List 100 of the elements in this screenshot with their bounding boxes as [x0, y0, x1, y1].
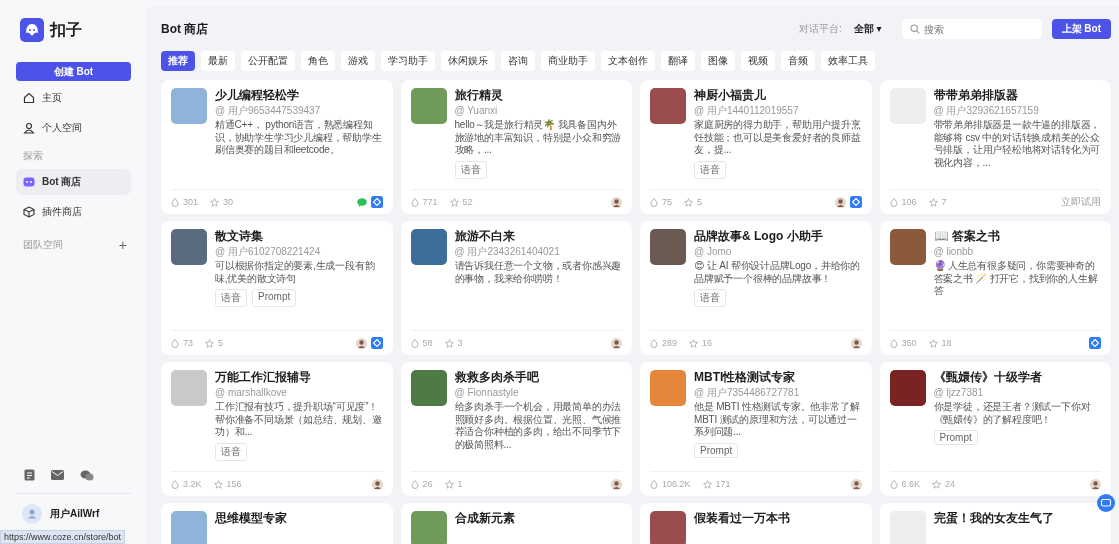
avatar-icon: [611, 478, 622, 490]
usage-count: 106.2K: [662, 479, 691, 489]
photo-placeholder: [650, 88, 686, 124]
heat-icon: [889, 338, 898, 348]
favorite-count: 24: [945, 479, 956, 489]
chat-bubble-icon: [356, 197, 367, 207]
photo-placeholder: [650, 229, 686, 265]
bot-title: 散文诗集: [215, 229, 264, 244]
create-bot-button[interactable]: 创建 Bot: [16, 62, 131, 81]
bot-card[interactable]: 神厨小福贵儿 @ 用户1440112019557 家庭厨房的得力助手，帮助用户提升烹饪技能；也可以是美食爱好者的良师益友，提... 语音 75 5: [640, 80, 872, 214]
photo-placeholder: [171, 229, 207, 265]
user-name: 用户AiIWrf: [50, 507, 100, 521]
avatar-icon: [611, 196, 622, 208]
category-tab[interactable]: 图像: [701, 51, 735, 71]
bot-description: 你是学徒，还是王者？测试一下你对《甄嬛传》的了解程度吧！: [933, 401, 1092, 426]
heat-icon: [650, 197, 658, 207]
category-tab[interactable]: 音频: [781, 51, 815, 71]
bot-card[interactable]: 旅游不白来 @ 用户2343261404021 请告诉我任意一个文物，或者你感兴趣的事物，我来给你唠唠！ 58 3: [400, 221, 632, 355]
category-tab[interactable]: 商业助手: [541, 51, 595, 71]
bot-author: @ 用户7354486727781: [694, 387, 801, 399]
star-icon: [205, 338, 214, 348]
bot-title: 假装看过一万本书: [694, 511, 791, 526]
nav-item[interactable]: 主页: [16, 85, 131, 111]
heat-icon: [171, 197, 179, 207]
category-tab[interactable]: 效率工具: [821, 51, 875, 71]
bot-title: MBTI性格测试专家: [694, 370, 797, 385]
document-icon[interactable]: [24, 469, 35, 481]
star-icon: [213, 479, 223, 489]
bot-title: 带带弟弟排版器: [933, 88, 1019, 103]
star-icon: [210, 197, 220, 207]
bot-card[interactable]: 少儿编程轻松学 @ 用户9653447539437 精通C++， python语言，熟悉编程知识，协助学生学习少儿编程，帮助学生刷信奥赛的题目和leetcode。 301 30: [161, 80, 393, 214]
search-field[interactable]: 搜索: [901, 19, 1042, 39]
tag: Prompt: [252, 289, 297, 307]
nav-item[interactable]: 个人空间: [16, 115, 131, 141]
app-icon: [849, 196, 862, 208]
avatar-icon: [1090, 478, 1101, 490]
home-icon: [23, 92, 35, 104]
category-tab[interactable]: 游戏: [341, 51, 375, 71]
category-tab[interactable]: 视频: [741, 51, 775, 71]
star-icon: [702, 479, 712, 489]
category-tab[interactable]: 最新: [201, 51, 235, 71]
favorite-count: 16: [702, 338, 713, 348]
logo-text: 扣子: [50, 19, 82, 40]
category-tab[interactable]: 角色: [301, 51, 335, 71]
avatar-icon[interactable]: [22, 504, 42, 524]
nav-item[interactable]: 插件商店: [16, 199, 131, 225]
bot-card[interactable]: 假装看过一万本书: [640, 503, 872, 544]
bot-description: 他是 MBTI 性格测试专家。他非常了解 MBTI 测试的原理和方法，可以通过一系列问题...: [694, 401, 861, 439]
category-tab[interactable]: 推荐: [161, 51, 195, 71]
photo-placeholder: [889, 229, 926, 265]
category-tab[interactable]: 学习助手: [381, 51, 435, 71]
usage-count: 289: [662, 338, 678, 348]
bot-card[interactable]: MBTI性格测试专家 @ 用户7354486727781 他是 MBTI 性格测试专家。他非常了解 MBTI 测试的原理和方法，可以通过一系列问题... Prompt 106.2K 171: [640, 362, 872, 496]
photo-placeholder: [650, 511, 686, 544]
bot-card[interactable]: 万能工作汇报辅导 @ marshallkove 工作汇报有技巧，提升职场“可见度”！帮你准备不同场景（如总结、规划、邀功）和... 语音 3.2K 156: [161, 362, 393, 496]
avatar-icon: [611, 337, 622, 349]
star-icon: [932, 479, 941, 489]
bot-title: 万能工作汇报辅导: [215, 370, 312, 385]
bot-card[interactable]: 品牌故事& Logo 小助手 @ Jomo 😍 让 AI 帮你设计品牌Logo，并给你的品牌赋予一个很棒的品牌故事！ 语音 289 16: [640, 221, 872, 355]
bot-title: 救救多肉杀手吧: [454, 370, 540, 385]
heat-icon: [889, 479, 898, 489]
tag: 语音: [215, 289, 247, 307]
platform-dropdown[interactable]: 全部 ▾: [847, 21, 888, 37]
bot-card[interactable]: 📖 答案之书 @ lionbb 🔮 人生总有很多疑问，你需要神奇的答案之书 🪄 打开它，找到你的人生解答 350 18: [879, 221, 1111, 355]
bot-author: @ lionbb: [933, 246, 975, 258]
bot-card[interactable]: 思维模型专家: [161, 503, 393, 544]
category-tab[interactable]: 公开配置: [241, 51, 295, 71]
publish-bot-button[interactable]: 上架 Bot: [1051, 19, 1111, 39]
add-team-button[interactable]: +: [114, 237, 131, 253]
favorite-count: 30: [223, 197, 234, 207]
avatar-icon: [834, 196, 846, 208]
category-tab[interactable]: 咨询: [501, 51, 535, 71]
photo-placeholder: [889, 370, 926, 406]
chat-icon[interactable]: [1097, 494, 1115, 512]
tag: 语音: [454, 160, 487, 179]
favorite-count: 5: [218, 338, 224, 348]
category-tab[interactable]: 翻译: [661, 51, 695, 71]
heat-icon: [171, 479, 179, 489]
bot-card[interactable]: 散文诗集 @ 用户6102708221424 可以根据你指定的要素,生成一段有韵味,优美的散文诗句 语音 Prompt 73 5: [161, 221, 393, 355]
tag: 语音: [694, 289, 726, 307]
logo-icon: [20, 18, 44, 42]
category-tab[interactable]: 休闲娱乐: [441, 51, 495, 71]
bot-card[interactable]: 旅行精灵 @ Yuanxi hello～我是旅行精灵🌴 我具备国内外旅游地的丰富知识，特别是小众和穷游攻略，... 语音 771 52: [400, 80, 632, 214]
nav-item[interactable]: Bot 商店: [16, 169, 131, 195]
bot-description: 🔮 人生总有很多疑问，你需要神奇的答案之书 🪄 打开它，找到你的人生解答: [933, 260, 1099, 298]
bot-card[interactable]: 《甄嬛传》十级学者 @ ljzz7381 你是学徒，还是王者？测试一下你对《甄嬛传》的了解程度吧！ Prompt 6.6K 24: [879, 362, 1111, 496]
bot-card[interactable]: 完蛋！我的女友生气了: [879, 503, 1111, 544]
star-icon: [684, 197, 693, 207]
photo-placeholder: [410, 88, 447, 124]
bot-title: 品牌故事& Logo 小助手: [694, 229, 824, 244]
heat-icon: [650, 338, 658, 348]
bot-card[interactable]: 合成新元素: [400, 503, 632, 544]
mail-icon[interactable]: [51, 470, 64, 480]
bot-card[interactable]: 带带弟弟排版器 @ 用户3293621657159 带带弟弟排版器是一款牛逼的排版器，能够将 csv 中的对话转换成精美的公众号排版，让用户轻松地将对话转化为可视化内容，... 106 7 立即试用: [879, 80, 1111, 214]
wechat-icon[interactable]: [80, 469, 94, 481]
bot-title: 思维模型专家: [215, 511, 288, 526]
tag: Prompt: [694, 442, 739, 458]
bot-author: @ 用户2343261404021: [454, 246, 561, 258]
category-tab[interactable]: 文本创作: [601, 51, 655, 71]
bot-card[interactable]: 救救多肉杀手吧 @ Fionnastyle 给多肉杀手一个机会，用最简单的办法照顾好多肉。根据位置、光照、气候推荐适合你种植的多肉，给出不同季节下的极简照料... 26 1: [400, 362, 632, 496]
